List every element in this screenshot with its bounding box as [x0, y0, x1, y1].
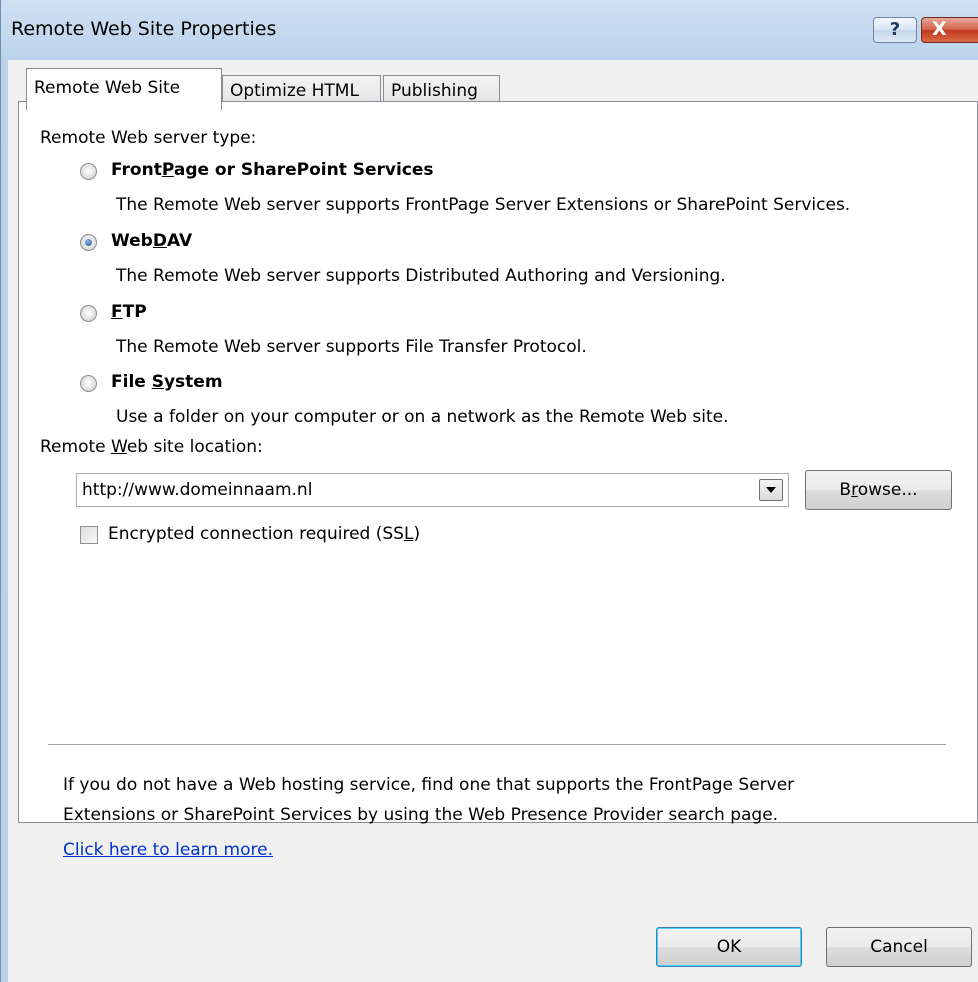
ssl-checkbox[interactable]	[80, 526, 98, 544]
location-input[interactable]: http://www.domeinnaam.nl	[82, 480, 312, 500]
cancel-button[interactable]: Cancel	[826, 927, 972, 967]
location-label: Remote Web site location:	[40, 437, 263, 457]
info-text-line-1: If you do not have a Web hosting service…	[63, 775, 795, 795]
option-webdav-description: The Remote Web server supports Distribut…	[116, 266, 726, 286]
radio-selected-dot	[85, 239, 92, 246]
dropdown-button[interactable]	[759, 479, 783, 501]
option-file-system-label[interactable]: File System	[111, 372, 223, 392]
radio-ftp[interactable]	[80, 305, 97, 322]
server-type-heading: Remote Web server type:	[40, 128, 257, 148]
info-text-line-2: Extensions or SharePoint Services by usi…	[63, 805, 779, 825]
browse-button[interactable]: Browse...	[805, 470, 952, 510]
radio-file-system[interactable]	[80, 375, 97, 392]
separator	[48, 744, 946, 746]
option-webdav-label[interactable]: WebDAV	[111, 231, 192, 251]
option-frontpage-label[interactable]: FrontPage or SharePoint Services	[111, 160, 434, 180]
radio-webdav[interactable]	[80, 234, 97, 251]
location-combobox[interactable]: http://www.domeinnaam.nl	[76, 473, 789, 507]
learn-more-link[interactable]: Click here to learn more.	[63, 840, 273, 860]
chevron-down-icon	[766, 487, 776, 493]
option-ftp-description: The Remote Web server supports File Tran…	[116, 337, 587, 357]
ok-button[interactable]: OK	[656, 927, 802, 967]
option-frontpage-description: The Remote Web server supports FrontPage…	[116, 195, 851, 215]
option-file-system-description: Use a folder on your computer or on a ne…	[116, 407, 729, 427]
radio-frontpage[interactable]	[80, 163, 97, 180]
option-ftp-label[interactable]: FTP	[111, 302, 147, 322]
ssl-label[interactable]: Encrypted connection required (SSL)	[108, 524, 420, 544]
